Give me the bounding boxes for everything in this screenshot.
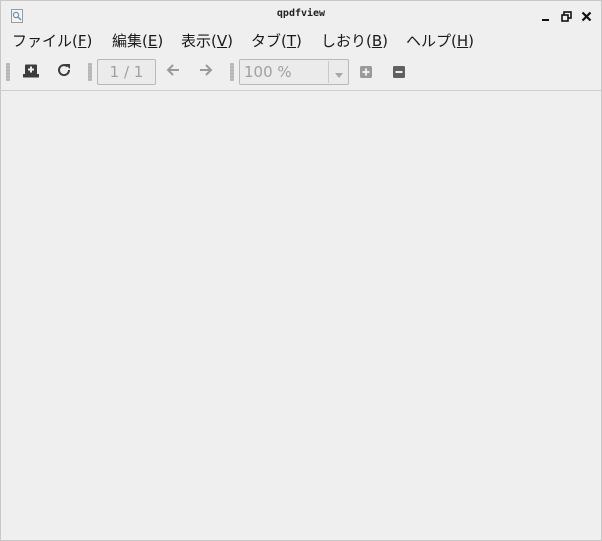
toolbar-grip-file[interactable] bbox=[6, 63, 10, 81]
refresh-button[interactable] bbox=[53, 61, 75, 83]
menu-file-mnemonic: F bbox=[77, 32, 87, 50]
menu-bookmarks[interactable]: しおり(B) bbox=[321, 32, 388, 50]
menu-view-close-paren: ) bbox=[227, 32, 233, 50]
menu-help-mnemonic: H bbox=[456, 32, 469, 50]
next-page-button[interactable] bbox=[195, 61, 217, 83]
document-view-area[interactable] bbox=[1, 91, 601, 540]
menu-help-label: ヘルプ( bbox=[406, 32, 457, 50]
chevron-down-icon bbox=[334, 63, 343, 82]
current-page-input[interactable]: 1 / 1 bbox=[97, 59, 156, 85]
menu-view-mnemonic: V bbox=[216, 32, 228, 50]
zoom-value: 100 % bbox=[244, 63, 292, 81]
window-title: qpdfview bbox=[276, 8, 326, 19]
menu-bar: ファイル(F) 編集(E) 表示(V) タブ(T) しおり(B) ヘルプ(H) bbox=[1, 29, 601, 53]
zoom-out-button[interactable] bbox=[388, 61, 410, 83]
current-page-value: 1 / 1 bbox=[109, 63, 144, 81]
menu-view-label: 表示( bbox=[181, 32, 217, 50]
menu-tabs-mnemonic: T bbox=[286, 32, 297, 50]
zoom-in-icon bbox=[360, 63, 372, 82]
minimize-icon[interactable] bbox=[539, 8, 552, 21]
open-icon bbox=[23, 63, 39, 82]
app-window: qpdfview ファイル(F) 編集(E) 表示(V) タブ(T) しおり(B… bbox=[0, 0, 602, 541]
open-button[interactable] bbox=[20, 61, 42, 83]
menu-file-label: ファイル( bbox=[12, 32, 78, 50]
menu-view[interactable]: 表示(V) bbox=[181, 32, 233, 50]
zoom-combobox[interactable]: 100 % bbox=[239, 59, 349, 85]
menu-edit-mnemonic: E bbox=[147, 32, 158, 50]
zoom-in-button[interactable] bbox=[355, 61, 377, 83]
maximize-icon[interactable] bbox=[560, 8, 573, 22]
next-page-icon bbox=[198, 62, 214, 82]
menu-file-close-paren: ) bbox=[86, 32, 93, 50]
zoom-out-icon bbox=[393, 63, 405, 82]
menu-bookmarks-label: しおり( bbox=[321, 32, 372, 50]
toolbar-grip-view[interactable] bbox=[230, 63, 234, 81]
refresh-icon bbox=[56, 62, 72, 82]
previous-page-button[interactable] bbox=[162, 61, 184, 83]
menu-edit-close-paren: ) bbox=[157, 32, 164, 50]
menu-tabs[interactable]: タブ(T) bbox=[251, 32, 302, 50]
menu-bookmarks-close-paren: ) bbox=[382, 32, 389, 50]
zoom-dropdown-arrow[interactable] bbox=[328, 61, 348, 83]
menu-tabs-close-paren: ) bbox=[296, 32, 302, 50]
menu-edit-label: 編集( bbox=[112, 32, 148, 50]
menu-file[interactable]: ファイル(F) bbox=[12, 32, 92, 50]
toolbar-grip-navigation[interactable] bbox=[88, 63, 92, 81]
menu-edit[interactable]: 編集(E) bbox=[112, 32, 163, 50]
title-bar[interactable]: qpdfview bbox=[1, 1, 601, 29]
menu-help[interactable]: ヘルプ(H) bbox=[406, 32, 474, 50]
menu-tabs-label: タブ( bbox=[251, 32, 287, 50]
previous-page-icon bbox=[165, 62, 181, 82]
toolbar: 1 / 1 100 % bbox=[1, 53, 601, 91]
menu-bookmarks-mnemonic: B bbox=[371, 32, 383, 50]
menu-help-close-paren: ) bbox=[468, 32, 474, 50]
close-icon[interactable] bbox=[580, 8, 593, 22]
